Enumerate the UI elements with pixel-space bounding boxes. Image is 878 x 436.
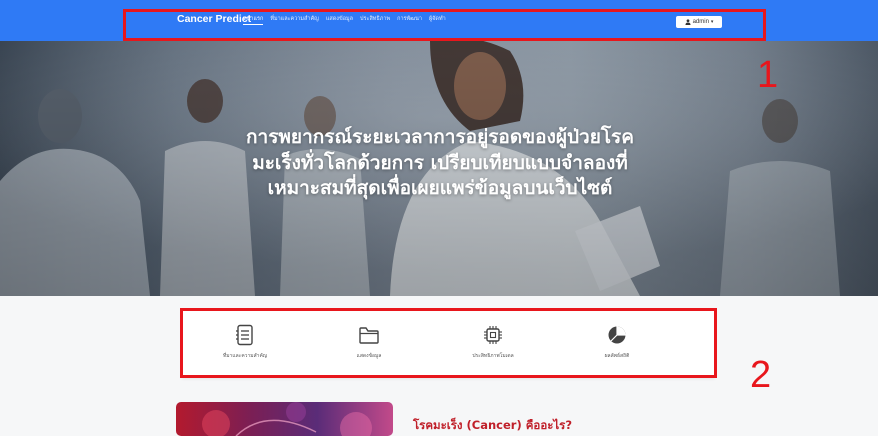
annotation-number-2: 2 <box>750 354 772 396</box>
user-menu-button[interactable]: admin ▾ <box>676 16 722 28</box>
folder-icon <box>358 324 380 346</box>
nav-item-background[interactable]: ที่มาและความสำคัญ <box>270 15 319 25</box>
feature-data[interactable]: แสดงข้อมูล <box>324 324 414 360</box>
nav-item-development[interactable]: การพัฒนา <box>397 15 422 25</box>
cancer-cell-image <box>176 402 393 436</box>
hero-title-line: เหมาะสมที่สุดเพื่อเผยแพร่ข้อมูลบนเว็บไซต… <box>267 177 613 199</box>
navbar: Cancer Predict หน้าแรก ที่มาและความสำคัญ… <box>0 0 878 41</box>
brand-logo[interactable]: Cancer Predict <box>177 13 251 25</box>
nav-item-performance[interactable]: ประสิทธิภาพ <box>360 15 390 25</box>
hero-title-line: มะเร็งทั่วโลกด้วยการ เปรียบเทียบแบบจำลอง… <box>252 151 628 174</box>
cpu-chip-icon <box>482 324 504 346</box>
feature-label: แสดงข้อมูล <box>356 353 382 359</box>
user-icon <box>685 19 691 25</box>
section-title: โรคมะเร็ง (Cancer) คืออะไร? <box>413 418 573 432</box>
nav-links: หน้าแรก ที่มาและความสำคัญ แสดงข้อมูล ประ… <box>243 15 446 25</box>
hero-title: การพยากรณ์ระยะเวลาการอยู่รอดของผู้ป่วยโร… <box>150 125 730 202</box>
feature-label: ผลลัพธ์สถิติ <box>604 353 630 359</box>
feature-statistics[interactable]: ผลลัพธ์สถิติ <box>572 324 662 360</box>
feature-model-performance[interactable]: ประสิทธิภาพโมเดล <box>448 324 538 360</box>
page: Cancer Predict หน้าแรก ที่มาและความสำคัญ… <box>0 0 878 436</box>
annotation-number-1: 1 <box>757 54 779 96</box>
feature-background[interactable]: ที่มาและความสำคัญ <box>200 324 290 360</box>
nav-item-data[interactable]: แสดงข้อมูล <box>326 15 353 25</box>
nav-item-authors[interactable]: ผู้จัดทำ <box>429 15 446 25</box>
document-list-icon <box>235 324 255 346</box>
feature-label: ประสิทธิภาพโมเดล <box>472 353 514 359</box>
hero-banner: การพยากรณ์ระยะเวลาการอยู่รอดของผู้ป่วยโร… <box>0 41 878 296</box>
hero-title-line: การพยากรณ์ระยะเวลาการอยู่รอดของผู้ป่วยโร… <box>246 126 634 148</box>
feature-label: ที่มาและความสำคัญ <box>222 353 268 359</box>
pie-chart-icon <box>606 324 628 346</box>
nav-item-home[interactable]: หน้าแรก <box>243 15 264 25</box>
user-name: admin <box>692 19 709 25</box>
chevron-down-icon: ▾ <box>710 19 714 25</box>
